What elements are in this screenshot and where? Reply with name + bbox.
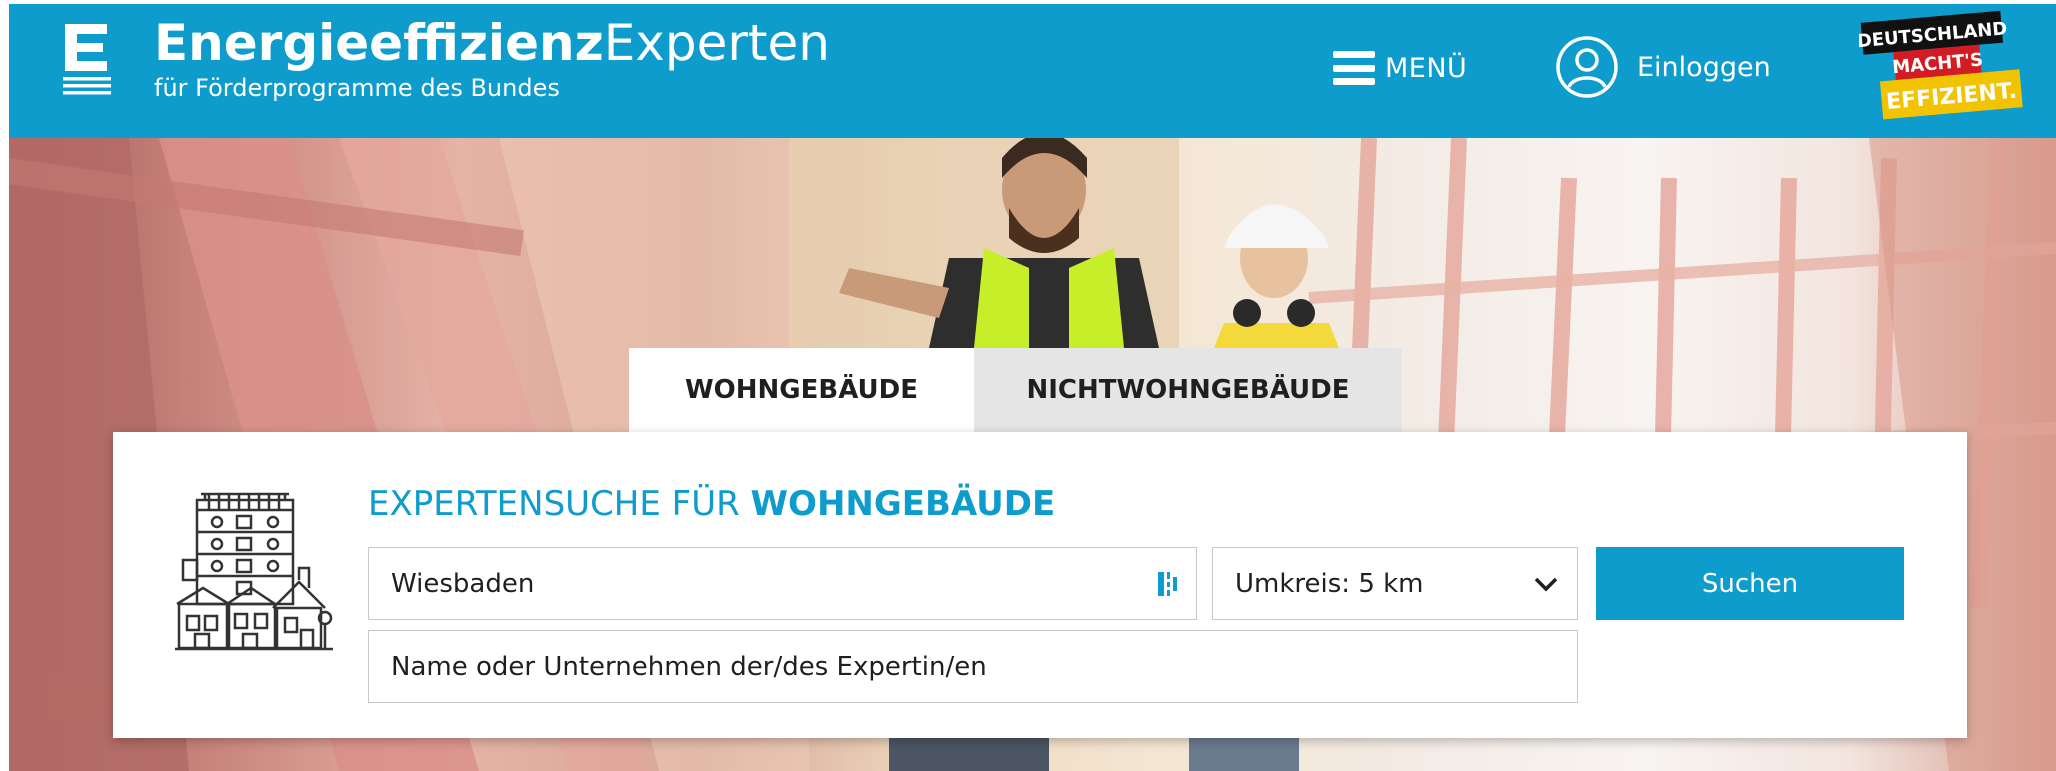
logo-e-icon[interactable] bbox=[63, 24, 111, 100]
brand-title: EnergieeffizienzExperten bbox=[154, 12, 830, 74]
menu-icon bbox=[1333, 51, 1375, 85]
location-value: Wiesbaden bbox=[391, 568, 535, 599]
locate-icon[interactable] bbox=[1156, 569, 1180, 599]
search-title-prefix: EXPERTENSUCHE FÜR bbox=[368, 484, 740, 524]
search-title: EXPERTENSUCHE FÜR WOHNGEBÄUDE bbox=[368, 484, 1055, 524]
brand-logo[interactable]: EnergieeffizienzExperten für Förderprogr… bbox=[154, 12, 830, 102]
radius-select[interactable]: Umkreis: 5 km bbox=[1212, 547, 1578, 620]
tab-wohngebaeude[interactable]: WOHNGEBÄUDE bbox=[629, 348, 974, 432]
brand-title-light: Experten bbox=[603, 14, 830, 72]
login-button[interactable]: Einloggen bbox=[1555, 34, 1771, 100]
page-frame-left bbox=[0, 0, 9, 771]
user-icon bbox=[1556, 36, 1618, 98]
deutschland-machts-effizient-badge: DEUTSCHLAND MACHT'S EFFIZIENT. bbox=[1859, 10, 2023, 120]
search-title-highlight: WOHNGEBÄUDE bbox=[750, 484, 1056, 524]
expert-name-input[interactable]: Name oder Unternehmen der/des Expertin/e… bbox=[368, 630, 1578, 703]
tab-nichtwohngebaeude[interactable]: NICHTWOHNGEBÄUDE bbox=[974, 348, 1402, 432]
search-button[interactable]: Suchen bbox=[1596, 547, 1904, 620]
chevron-down-icon bbox=[1534, 577, 1558, 591]
expert-search-panel: EXPERTENSUCHE FÜR WOHNGEBÄUDE Wiesbaden … bbox=[113, 432, 1967, 738]
brand-title-bold: Energieeffizienz bbox=[154, 14, 604, 72]
page-frame-top bbox=[0, 0, 2056, 4]
menu-button[interactable]: MENÜ bbox=[1333, 46, 1467, 90]
brand-subtitle: für Förderprogramme des Bundes bbox=[154, 74, 560, 102]
radius-value: Umkreis: 5 km bbox=[1235, 568, 1424, 599]
residential-buildings-icon bbox=[175, 492, 333, 651]
menu-label: MENÜ bbox=[1385, 52, 1468, 84]
login-label: Einloggen bbox=[1637, 51, 1771, 83]
site-header: EnergieeffizienzExperten für Förderprogr… bbox=[9, 4, 2056, 138]
location-input[interactable]: Wiesbaden bbox=[368, 547, 1197, 620]
